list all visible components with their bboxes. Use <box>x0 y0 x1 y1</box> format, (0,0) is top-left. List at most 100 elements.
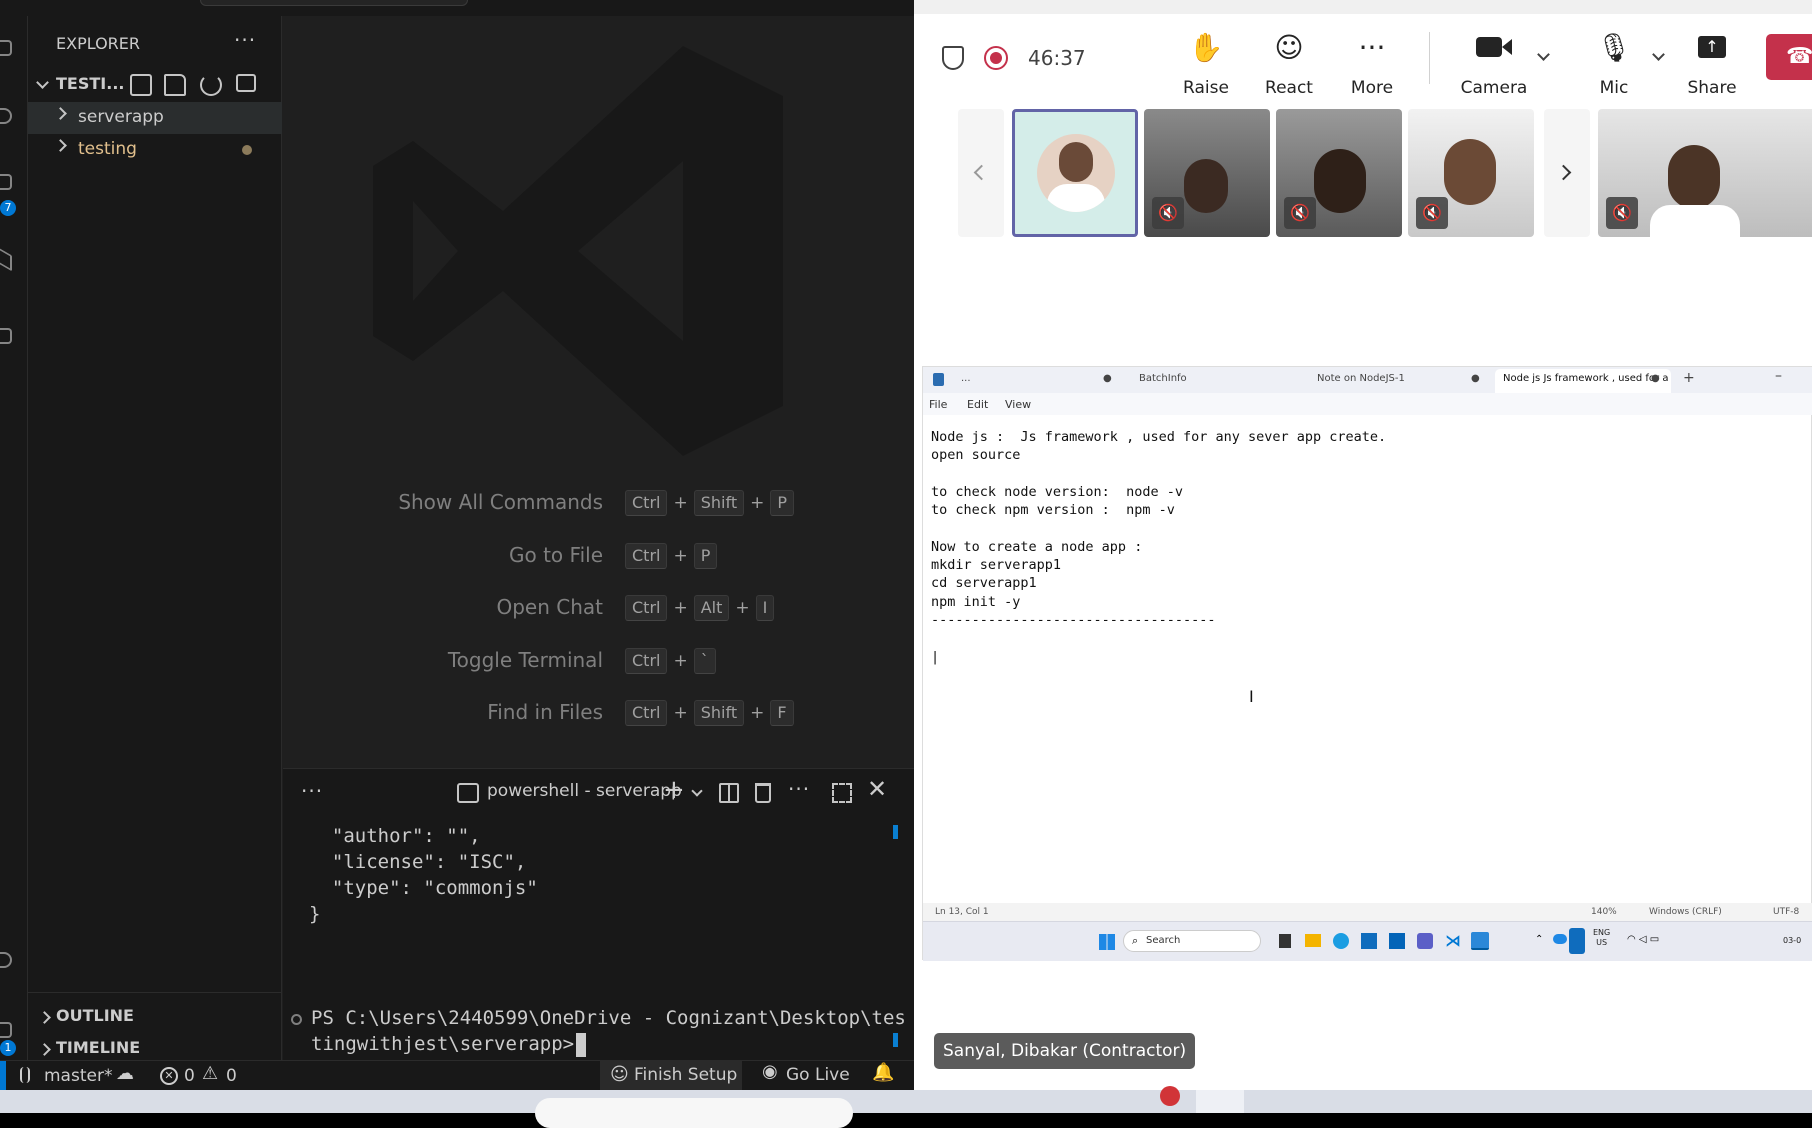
tray-date: 03-0 <box>1783 936 1802 945</box>
welcome-shortcut-row[interactable]: Toggle Terminal Ctrl + ` <box>283 646 914 676</box>
file-explorer-icon <box>1305 934 1321 947</box>
shortcut-keys: Ctrl + ` <box>623 647 718 674</box>
outline-section[interactable]: OUTLINE <box>28 1006 282 1038</box>
tree-item-label: serverapp <box>78 107 164 127</box>
warning-count[interactable]: 0 <box>226 1066 237 1086</box>
command-center[interactable] <box>200 0 468 6</box>
key-plus: + <box>673 545 688 566</box>
welcome-shortcut-row[interactable]: Find in Files Ctrl + Shift + F <box>283 698 914 728</box>
shield-icon[interactable] <box>942 46 964 70</box>
terminal-prompt-line[interactable]: PS C:\Users\2440599\OneDrive - Cognizant… <box>311 1007 906 1029</box>
notepad-menu-bar: File Edit View <box>923 393 1812 415</box>
welcome-shortcut-row[interactable]: Open Chat Ctrl + Alt + I <box>283 593 914 623</box>
source-control-badge: 7 <box>0 200 16 216</box>
chevron-down-icon <box>36 76 49 89</box>
remote-indicator[interactable] <box>0 1061 6 1090</box>
cursor-position: Ln 13, Col 1 <box>935 907 989 917</box>
divider <box>28 992 282 993</box>
react-button[interactable]: ☺ React <box>1251 28 1327 99</box>
warning-icon[interactable]: ⚠ <box>202 1063 218 1084</box>
terminal-panel: ··· powershell - serverapp + ··· ✕ "auth… <box>283 768 914 1060</box>
key-plus: + <box>750 493 765 513</box>
go-live-button[interactable]: Go Live <box>786 1065 850 1085</box>
participant-tile[interactable]: 🔇 <box>1408 109 1534 237</box>
collapse-all-icon[interactable] <box>236 74 256 92</box>
keyboard-key: Shift <box>693 490 745 516</box>
participant-tile[interactable]: 🔇 <box>1276 109 1402 237</box>
activity-bar: 7 1 <box>0 16 28 1060</box>
maximize-panel-icon[interactable] <box>832 783 852 803</box>
notepad-text-content[interactable]: Node js : Js framework , used for any se… <box>931 428 1386 666</box>
split-terminal-icon[interactable] <box>719 783 739 803</box>
new-file-icon[interactable] <box>130 74 152 96</box>
notepad-tab[interactable]: BatchInfo <box>1139 373 1187 384</box>
key-plus: + <box>735 598 750 618</box>
explorer-more-icon[interactable]: ··· <box>234 28 256 52</box>
camera-button[interactable]: Camera <box>1444 28 1544 98</box>
welcome-shortcut-row[interactable]: Show All Commands Ctrl + Shift + P <box>283 488 914 518</box>
notepad-tab[interactable]: Note on NodeJS-1 <box>1317 373 1405 384</box>
welcome-shortcut-row[interactable]: Go to File Ctrl + P <box>283 541 914 571</box>
mic-button[interactable]: 🎙 Mic <box>1564 28 1664 99</box>
shortcut-label: Show All Commands <box>398 490 603 514</box>
branch-name[interactable]: master* <box>44 1066 112 1086</box>
participant-tile[interactable]: 🔇 <box>1598 109 1812 237</box>
more-button[interactable]: ··· More <box>1334 28 1410 99</box>
run-debug-icon[interactable] <box>0 248 12 272</box>
minimize-icon[interactable]: – <box>1775 368 1782 384</box>
raise-hand-button[interactable]: ✋ Raise <box>1168 28 1244 99</box>
shared-screen-notepad: ... ● BatchInfo Note on NodeJS-1 ● Node … <box>922 366 1812 961</box>
participant-tile[interactable] <box>1012 109 1138 237</box>
chevron-right-icon <box>54 107 67 120</box>
previous-participants-button[interactable] <box>958 109 1004 237</box>
source-control-icon[interactable] <box>0 174 12 190</box>
refresh-icon[interactable] <box>200 74 222 96</box>
notepad-status-bar: Ln 13, Col 1 140% Windows (CRLF) UTF-8 <box>923 903 1812 921</box>
errors-icon[interactable]: ✕ <box>160 1067 178 1085</box>
settings-badge: 1 <box>0 1040 16 1056</box>
error-count[interactable]: 0 <box>184 1066 195 1086</box>
close-panel-icon[interactable]: ✕ <box>867 775 887 803</box>
notepad-active-tab[interactable]: Node js Js framework , used for a <box>1495 369 1671 393</box>
new-folder-icon[interactable] <box>164 74 186 96</box>
share-button[interactable]: ↑ Share <box>1674 28 1750 98</box>
taskbar-search-box[interactable] <box>535 1098 853 1128</box>
menu-file[interactable]: File <box>929 398 947 411</box>
tree-item-testing[interactable]: testing <box>28 134 282 166</box>
terminal-prompt-line[interactable]: tingwithjest\serverapp> <box>311 1033 574 1055</box>
active-taskbar-app[interactable] <box>1196 1090 1244 1113</box>
keyboard-key: ` <box>693 647 716 674</box>
raise-label: Raise <box>1183 78 1229 98</box>
finish-setup-button[interactable]: ☺ Finish Setup <box>600 1060 742 1090</box>
notepad-taskbar-icon <box>1471 932 1489 950</box>
keyboard-key: P <box>693 542 718 569</box>
sync-cloud-icon[interactable]: ☁ <box>116 1063 134 1084</box>
teams-title-strip <box>914 0 1812 14</box>
panel-more-icon[interactable]: ··· <box>301 779 323 803</box>
menu-view[interactable]: View <box>1005 398 1031 411</box>
account-icon[interactable] <box>0 952 12 968</box>
menu-edit[interactable]: Edit <box>967 398 988 411</box>
tree-item-serverapp[interactable]: serverapp <box>28 102 282 134</box>
search-icon[interactable] <box>0 108 12 124</box>
shortcut-label: Go to File <box>509 542 603 567</box>
participant-tile[interactable]: 🔇 <box>1144 109 1270 237</box>
new-terminal-icon[interactable]: + <box>663 775 685 805</box>
notifications-bell-icon[interactable]: 🔔 <box>872 1062 894 1083</box>
notepad-tab[interactable]: ... <box>961 373 971 384</box>
tab-dot-icon: ● <box>1651 373 1660 384</box>
next-participants-button[interactable] <box>1544 109 1590 237</box>
shortcut-label: Find in Files <box>487 700 603 724</box>
panel-more-actions-icon[interactable]: ··· <box>788 777 810 801</box>
settings-icon[interactable] <box>0 1022 12 1038</box>
explorer-icon[interactable] <box>0 40 12 56</box>
extensions-icon[interactable] <box>0 328 12 344</box>
terminal-name[interactable]: powershell - serverapp <box>487 781 682 801</box>
chevron-right-icon <box>54 139 67 152</box>
chevron-down-icon[interactable] <box>691 785 703 797</box>
trash-icon[interactable] <box>755 783 771 803</box>
key-plus: + <box>673 703 688 723</box>
leave-call-button[interactable]: ☎ <box>1766 34 1812 80</box>
new-tab-icon[interactable]: + <box>1683 370 1695 386</box>
tree-item-label: testing <box>78 139 137 159</box>
